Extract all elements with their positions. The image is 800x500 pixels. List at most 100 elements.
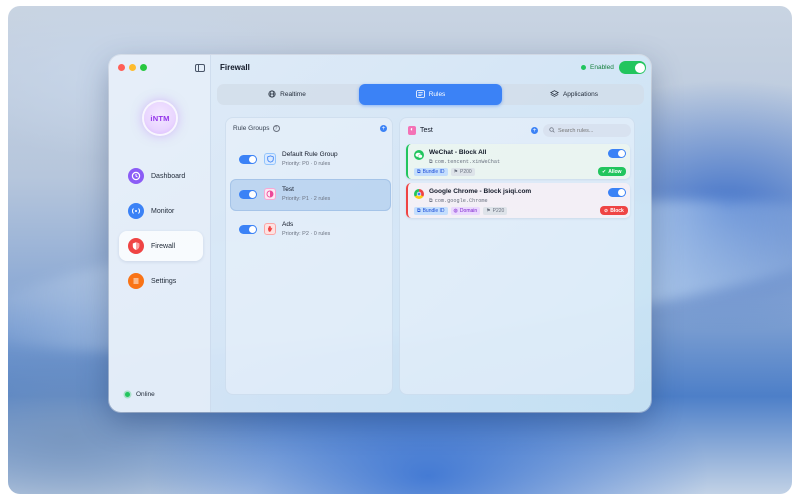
- rule-tags: ⧉ Bundle ID ◍ Domain ⚑ P220: [414, 207, 510, 215]
- tab-label: Applications: [562, 91, 599, 98]
- status-dot-icon: [581, 65, 586, 70]
- hand-icon: [264, 223, 276, 235]
- link-icon: ⧉: [429, 198, 433, 204]
- sidebar-item-monitor[interactable]: Monitor: [119, 196, 203, 226]
- tag-icon: ⧉: [417, 208, 421, 214]
- tab-rules[interactable]: Rules: [359, 84, 502, 105]
- tag-label: P220: [492, 208, 505, 214]
- tag-label: Bundle ID: [422, 169, 445, 175]
- rule-group-row[interactable]: Default Rule Group Priority: P0 · 0 rule…: [230, 144, 391, 176]
- rule-group-toggle[interactable]: [239, 225, 257, 234]
- tag-label: Domain: [459, 208, 478, 214]
- globe-icon: [268, 89, 276, 100]
- status-label: Online: [136, 391, 155, 398]
- tab-bar: Realtime Rules Applications: [217, 84, 644, 105]
- rule-card[interactable]: WeChat - Block All ⧉ com.tencent.xinWeCha…: [406, 144, 630, 179]
- rule-group-meta: Priority: P0 · 0 rules: [282, 161, 331, 167]
- check-icon: ✔: [602, 168, 607, 175]
- tag-priority: ⚑ P220: [483, 207, 508, 215]
- rule-identifier-text: com.tencent.xinWeChat: [434, 159, 501, 165]
- rule-group-row[interactable]: Test Priority: P1 · 2 rules: [230, 179, 391, 211]
- enabled-label: Enabled: [590, 64, 614, 71]
- rule-group-name: Ads: [282, 221, 294, 228]
- rule-action-badge: ⊘ Block: [600, 206, 628, 215]
- action-label: Allow: [608, 168, 622, 175]
- tag-label: P200: [460, 169, 472, 175]
- rule-identifier: ⧉ com.google.Chrome: [429, 198, 488, 205]
- globe-icon: ◍: [453, 208, 458, 214]
- rule-name: WeChat - Block All: [429, 149, 487, 156]
- zoom-window-button[interactable]: [140, 64, 147, 71]
- tag-domain: ◍ Domain: [450, 207, 481, 215]
- connection-status: Online: [125, 391, 155, 398]
- help-icon[interactable]: ?: [272, 125, 280, 132]
- tag-icon: ⧉: [417, 169, 421, 175]
- chrome-icon: [414, 189, 424, 199]
- add-rule-group-button[interactable]: +: [380, 125, 387, 132]
- rule-tags: ⧉ Bundle ID ⚑ P200: [414, 168, 478, 176]
- shield-icon: [128, 238, 144, 254]
- half-circle-icon: [264, 188, 276, 200]
- rule-group-name: Default Rule Group: [282, 151, 338, 158]
- page-title: Firewall: [220, 63, 250, 72]
- tag-bundle-id: ⧉ Bundle ID: [414, 207, 448, 215]
- flag-icon: ⚑: [453, 169, 459, 175]
- tab-label: Rules: [428, 91, 446, 98]
- rule-groups-panel: Rule Groups ? + Default Rule Group Prior…: [225, 117, 393, 395]
- list-icon: [128, 273, 144, 289]
- rule-toggle[interactable]: [608, 188, 626, 197]
- rule-groups-title: Rule Groups: [233, 125, 270, 132]
- rule-group-icon: ◐: [408, 126, 416, 135]
- rule-identifier-text: com.google.Chrome: [434, 198, 488, 204]
- layers-icon: [549, 89, 559, 100]
- tag-bundle-id: ⧉ Bundle ID: [414, 168, 448, 176]
- sidebar-item-label: Dashboard: [151, 172, 186, 180]
- sidebar-item-dashboard[interactable]: Dashboard: [119, 161, 203, 191]
- add-rule-button[interactable]: +: [531, 127, 538, 134]
- sidebar-item-label: Firewall: [151, 242, 176, 250]
- search-icon: [549, 126, 555, 135]
- wechat-icon: [414, 150, 424, 160]
- sidebar-item-firewall[interactable]: Firewall: [119, 231, 203, 261]
- rule-action-badge: ✔ Allow: [598, 167, 626, 176]
- desktop-wallpaper: iNTM Dashboard Monitor Firewall Settings…: [8, 6, 792, 494]
- rule-toggle[interactable]: [608, 149, 626, 158]
- flag-icon: ⚑: [486, 208, 491, 214]
- rule-group-name: Test: [282, 186, 294, 193]
- rule-identifier: ⧉ com.tencent.xinWeChat: [429, 159, 500, 166]
- block-icon: ⊘: [604, 207, 609, 214]
- status-dot-icon: [125, 392, 130, 397]
- signal-icon: [128, 203, 144, 219]
- sidebar-item-settings[interactable]: Settings: [119, 266, 203, 296]
- rule-group-row[interactable]: Ads Priority: P2 · 0 rules: [230, 214, 391, 246]
- avatar: iNTM: [144, 102, 176, 134]
- tag-label: Bundle ID: [422, 208, 445, 214]
- rule-name: Google Chrome - Block jsiqi.com: [429, 188, 532, 195]
- shield-icon: [264, 153, 276, 165]
- rules-panel: ◐ Test + WeChat - Block All ⧉com.tencent…: [399, 117, 635, 395]
- action-label: Block: [610, 207, 624, 214]
- sidebar-item-label: Monitor: [151, 207, 175, 215]
- tag-priority: ⚑ P200: [450, 168, 475, 176]
- tab-applications[interactable]: Applications: [504, 84, 644, 105]
- tab-realtime[interactable]: Realtime: [217, 84, 357, 105]
- rule-group-toggle[interactable]: [239, 190, 257, 199]
- clock-icon: [128, 168, 144, 184]
- list-icon: [415, 89, 425, 100]
- search-input[interactable]: [558, 127, 628, 134]
- rule-groups-header: Rule Groups ?: [233, 125, 280, 132]
- search-field[interactable]: [543, 124, 631, 137]
- tab-label: Realtime: [280, 91, 306, 98]
- rule-group-meta: Priority: P1 · 2 rules: [282, 196, 331, 202]
- rule-group-meta: Priority: P2 · 0 rules: [282, 231, 331, 237]
- rule-card[interactable]: Google Chrome - Block jsiqi.com ⧉ com.goo…: [406, 183, 630, 218]
- close-window-button[interactable]: [118, 64, 125, 71]
- rule-group-toggle[interactable]: [239, 155, 257, 164]
- app-window: iNTM Dashboard Monitor Firewall Settings…: [109, 55, 651, 412]
- sidebar-toggle-icon[interactable]: [195, 64, 205, 72]
- firewall-enabled-toggle[interactable]: [619, 61, 646, 74]
- minimize-window-button[interactable]: [129, 64, 136, 71]
- link-icon: ⧉: [429, 159, 433, 165]
- sidebar-item-label: Settings: [151, 277, 177, 285]
- firewall-status: Enabled: [581, 64, 614, 71]
